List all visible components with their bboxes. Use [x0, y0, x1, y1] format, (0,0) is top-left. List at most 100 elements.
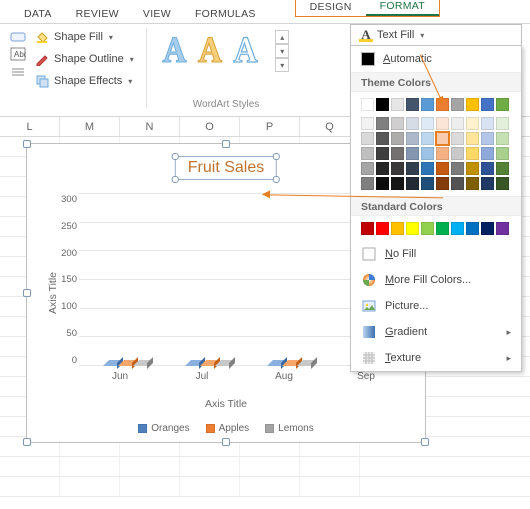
text-box-icon[interactable]: Abc — [10, 46, 26, 62]
color-swatch[interactable] — [406, 177, 419, 190]
color-swatch[interactable] — [496, 177, 509, 190]
col-header[interactable]: L — [0, 117, 60, 136]
color-swatch[interactable] — [436, 222, 449, 235]
color-swatch[interactable] — [496, 222, 509, 235]
color-swatch[interactable] — [361, 98, 374, 111]
color-swatch[interactable] — [361, 117, 374, 130]
tab-formulas[interactable]: FORMULAS — [183, 0, 268, 23]
picker-picture[interactable]: Picture... — [351, 293, 521, 319]
color-swatch[interactable] — [376, 162, 389, 175]
col-header[interactable]: O — [180, 117, 240, 136]
chart-legend[interactable]: Oranges Apples Lemons — [27, 423, 425, 434]
color-swatch[interactable] — [466, 132, 479, 145]
col-header[interactable]: M — [60, 117, 120, 136]
color-swatch[interactable] — [451, 132, 464, 145]
color-swatch[interactable] — [376, 177, 389, 190]
color-swatch[interactable] — [481, 177, 494, 190]
resize-handle[interactable] — [23, 140, 31, 148]
color-swatch[interactable] — [451, 117, 464, 130]
color-swatch[interactable] — [406, 132, 419, 145]
color-swatch[interactable] — [436, 177, 449, 190]
wordart-style-1[interactable]: A — [163, 33, 187, 69]
color-swatch[interactable] — [391, 177, 404, 190]
color-swatch[interactable] — [376, 147, 389, 160]
color-swatch[interactable] — [361, 132, 374, 145]
color-swatch[interactable] — [451, 177, 464, 190]
wordart-style-3[interactable]: A — [234, 33, 258, 69]
color-swatch[interactable] — [496, 132, 509, 145]
color-swatch[interactable] — [436, 162, 449, 175]
color-swatch[interactable] — [496, 117, 509, 130]
color-swatch[interactable] — [421, 98, 434, 111]
color-swatch[interactable] — [406, 147, 419, 160]
color-swatch[interactable] — [481, 132, 494, 145]
tab-review[interactable]: REVIEW — [64, 0, 131, 23]
color-swatch[interactable] — [421, 117, 434, 130]
color-swatch[interactable] — [421, 177, 434, 190]
color-swatch[interactable] — [391, 162, 404, 175]
color-swatch[interactable] — [361, 147, 374, 160]
color-swatch[interactable] — [376, 132, 389, 145]
color-swatch[interactable] — [421, 162, 434, 175]
color-swatch[interactable] — [376, 117, 389, 130]
color-swatch[interactable] — [361, 177, 374, 190]
picker-gradient[interactable]: Gradient ▸ — [351, 319, 521, 345]
color-swatch[interactable] — [466, 222, 479, 235]
title-handle[interactable] — [172, 176, 179, 183]
color-swatch[interactable] — [496, 162, 509, 175]
picker-texture[interactable]: Texture ▸ — [351, 345, 521, 371]
color-swatch[interactable] — [391, 147, 404, 160]
picker-automatic[interactable]: Automatic — [351, 46, 521, 72]
more-shapes-icon[interactable] — [10, 64, 26, 80]
tab-data[interactable]: DATA — [12, 0, 64, 23]
color-swatch[interactable] — [391, 132, 404, 145]
col-header[interactable]: P — [240, 117, 300, 136]
color-swatch[interactable] — [361, 162, 374, 175]
color-swatch[interactable] — [466, 117, 479, 130]
color-swatch[interactable] — [406, 98, 419, 111]
gallery-expand-icon[interactable]: ▾ — [275, 58, 289, 72]
tab-view[interactable]: VIEW — [131, 0, 183, 23]
resize-handle[interactable] — [222, 438, 230, 446]
shape-outline-button[interactable]: Shape Outline ▾ — [30, 50, 138, 68]
color-swatch[interactable] — [391, 117, 404, 130]
title-handle[interactable] — [273, 176, 280, 183]
color-swatch[interactable] — [406, 117, 419, 130]
color-swatch[interactable] — [496, 147, 509, 160]
color-swatch[interactable] — [436, 132, 449, 145]
wordart-gallery-scroll[interactable]: ▴ ▾ ▾ — [275, 30, 289, 72]
tab-design[interactable]: DESIGN — [296, 0, 366, 16]
color-swatch[interactable] — [466, 162, 479, 175]
insert-shape-icon[interactable] — [10, 28, 26, 44]
color-swatch[interactable] — [481, 222, 494, 235]
color-swatch[interactable] — [391, 98, 404, 111]
color-swatch[interactable] — [436, 147, 449, 160]
color-swatch[interactable] — [406, 222, 419, 235]
color-swatch[interactable] — [421, 222, 434, 235]
color-swatch[interactable] — [466, 147, 479, 160]
scroll-down-icon[interactable]: ▾ — [275, 44, 289, 58]
color-swatch[interactable] — [481, 162, 494, 175]
title-handle[interactable] — [172, 153, 179, 160]
color-swatch[interactable] — [391, 222, 404, 235]
shape-effects-button[interactable]: Shape Effects ▾ — [30, 72, 136, 90]
wordart-style-2[interactable]: A — [198, 33, 222, 69]
color-swatch[interactable] — [376, 98, 389, 111]
title-handle[interactable] — [273, 153, 280, 160]
color-swatch[interactable] — [451, 162, 464, 175]
resize-handle[interactable] — [421, 438, 429, 446]
picker-more-colors[interactable]: More Fill Colors... — [351, 267, 521, 293]
color-swatch[interactable] — [436, 117, 449, 130]
tab-format[interactable]: FORMAT — [366, 0, 439, 16]
text-fill-button[interactable]: A Text Fill ▾ — [350, 24, 522, 45]
color-swatch[interactable] — [406, 162, 419, 175]
color-swatch[interactable] — [451, 147, 464, 160]
color-swatch[interactable] — [481, 98, 494, 111]
color-swatch[interactable] — [421, 147, 434, 160]
resize-handle[interactable] — [23, 438, 31, 446]
resize-handle[interactable] — [23, 289, 31, 297]
color-swatch[interactable] — [376, 222, 389, 235]
color-swatch[interactable] — [421, 132, 434, 145]
color-swatch[interactable] — [361, 222, 374, 235]
x-axis-title[interactable]: Axis Title — [27, 398, 425, 410]
